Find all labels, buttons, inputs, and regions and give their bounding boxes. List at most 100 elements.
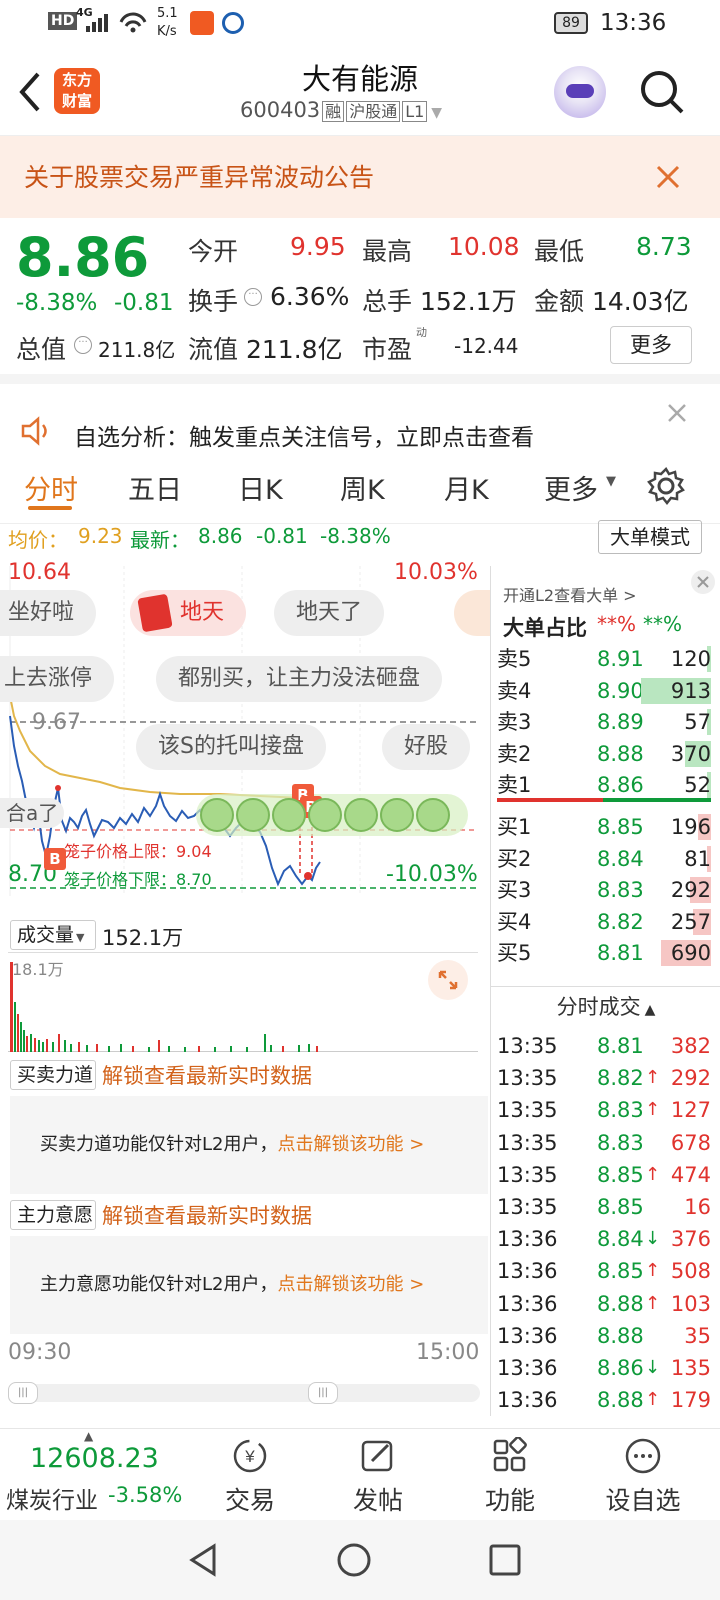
trade-direction-icon: ↑ <box>645 1067 661 1089</box>
tab-daily-k[interactable]: 日K <box>238 468 283 507</box>
danmaku-comment[interactable]: 地天了 <box>274 590 385 636</box>
l2-upgrade-link[interactable]: 开通L2查看大单 > <box>503 582 637 606</box>
trade-row: 13:36 8.88 35 <box>497 1320 711 1352</box>
order-price: 8.89 <box>597 710 644 734</box>
indicator-selector-label: 买卖力道 <box>17 1064 94 1086</box>
tab-more[interactable]: 更多 <box>544 468 598 507</box>
close-icon[interactable] <box>691 570 715 594</box>
announcement-banner[interactable]: 关于股票交易严重异常波动公告 <box>0 136 720 218</box>
stock-code-row: 600403 融沪股通 L1 ▼ <box>240 98 480 122</box>
trade-time: 13:36 <box>497 1227 558 1252</box>
chevron-down-icon[interactable]: ▼ <box>431 105 442 121</box>
volume-label: 总手 <box>362 287 413 316</box>
turnover-label: 换手 <box>188 287 239 316</box>
order-row: 买4 8.82 257 <box>497 907 711 937</box>
speaker-icon <box>21 416 47 446</box>
danmaku-comment[interactable]: 都别买，让主力没法砸盘 <box>156 656 443 702</box>
trade-volume: 127 <box>670 1098 711 1123</box>
unlock-link[interactable]: 解锁查看最新实时数据 <box>102 1200 312 1230</box>
post-button[interactable]: 发帖 <box>338 1429 418 1521</box>
order-price: 8.84 <box>597 846 644 871</box>
cage-lower-limit: 笼子价格下限：8.70 <box>64 870 212 889</box>
trade-time: 13:35 <box>497 1130 558 1155</box>
trade-row: 13:35 8.85 16 <box>497 1191 711 1223</box>
emoji-reactions[interactable] <box>200 796 470 836</box>
danmaku-comment[interactable]: 上去涨停 <box>0 656 115 702</box>
trade-price: 8.85 <box>597 1195 644 1219</box>
chevron-down-icon[interactable]: ▼ <box>606 474 616 489</box>
trade-button[interactable]: ¥ 交易 <box>210 1429 290 1521</box>
l2-lock-box[interactable]: 主力意愿功能仅针对L2用户，点击解锁该功能 > <box>10 1236 488 1334</box>
danmaku-comment[interactable]: 好股 <box>382 724 471 770</box>
range-handle-left[interactable]: ||| <box>8 1382 38 1404</box>
quote-panel: 8.86 -8.38% -0.81 今开 9.95 最高 10.08 最低 8.… <box>0 218 720 384</box>
function-button[interactable]: 功能 <box>470 1429 550 1521</box>
info-icon-2[interactable]: ··· <box>74 336 92 354</box>
add-watchlist-button[interactable]: 设自选 <box>598 1429 688 1521</box>
hd-indicator: HD <box>48 12 78 30</box>
time-axis-end: 15:00 <box>416 1340 480 1365</box>
industry-index[interactable]: ▲ 12608.23 煤炭行业 -3.58% <box>0 1429 190 1521</box>
back-icon[interactable] <box>14 70 44 114</box>
trade-price: 8.88 <box>597 1291 644 1316</box>
danmaku-comment[interactable]: 合a了 <box>0 798 65 828</box>
order-volume: 120 <box>670 647 711 671</box>
trade-label: 交易 <box>224 1486 275 1515</box>
indicator-selector[interactable]: 成交量 ▼ <box>10 920 96 950</box>
tick-trades-header[interactable]: 分时成交 ▲ <box>491 986 720 1026</box>
trade-time: 13:36 <box>497 1291 558 1316</box>
trade-volume: 292 <box>670 1066 711 1091</box>
recents-square-icon[interactable] <box>488 1542 522 1578</box>
amount-value: 14.03亿 <box>592 287 689 316</box>
tab-weekly-k[interactable]: 周K <box>340 468 385 507</box>
back-triangle-icon[interactable] <box>186 1542 220 1578</box>
high-value: 10.08 <box>448 232 520 261</box>
trade-volume: 474 <box>670 1162 711 1187</box>
robot-assistant-icon[interactable] <box>554 66 606 118</box>
bottom-toolbar: ▲ 12608.23 煤炭行业 -3.58% ¥ 交易 发帖 功能 设自选 <box>0 1428 720 1520</box>
info-icon[interactable]: ··· <box>244 288 262 306</box>
eastmoney-logo[interactable]: 东方 财富 <box>54 68 100 114</box>
home-circle-icon[interactable] <box>336 1542 372 1578</box>
search-icon[interactable] <box>638 68 686 116</box>
unlock-function-link[interactable]: 点击解锁该功能 > <box>277 1134 424 1155</box>
intraday-chart[interactable]: 10.64 10.03% 9.67 8.70 -10.03% 笼子价格上限：9.… <box>0 560 490 916</box>
danmaku-comment[interactable]: 该S的托叫接盘 <box>136 724 326 770</box>
tab-five-day[interactable]: 五日 <box>128 468 182 507</box>
settings-gear-icon[interactable] <box>646 466 686 506</box>
wifi-icon <box>119 12 147 33</box>
indicator-selector-label: 成交量 <box>17 924 75 946</box>
trade-price: 8.83 <box>597 1098 644 1123</box>
indicator-selector[interactable]: 主力意愿▼ <box>10 1200 96 1252</box>
trade-price: 8.88 <box>597 1388 644 1413</box>
marker-dot <box>55 785 61 791</box>
tab-monthly-k[interactable]: 月K <box>444 468 489 507</box>
indicator-selector[interactable]: 买卖力道▼ <box>10 1060 96 1112</box>
chart-low-percent: -10.03% <box>386 862 478 887</box>
trade-direction-icon: ↑ <box>645 1389 661 1411</box>
order-row: 买2 8.84 81 <box>497 844 711 874</box>
change-percent: -8.38% <box>16 290 98 316</box>
tab-intraday[interactable]: 分时 <box>24 468 78 507</box>
unlock-function-link[interactable]: 点击解锁该功能 > <box>277 1274 424 1295</box>
trade-price: 8.82 <box>597 1066 644 1091</box>
large-order-mode-button[interactable]: 大单模式 <box>598 520 702 554</box>
buy-strength-bar <box>497 798 603 802</box>
announcement-text[interactable]: 关于股票交易严重异常波动公告 <box>24 158 374 194</box>
time-range-scrollbar[interactable]: ||| ||| <box>8 1382 480 1404</box>
pe-dynamic-mark: 动 <box>416 326 427 339</box>
buy-marker[interactable]: B <box>44 848 66 870</box>
order-price: 8.91 <box>597 647 644 671</box>
analysis-banner[interactable]: 自选分析：触发重点关注信号，立即点击查看 <box>0 394 720 456</box>
more-button[interactable]: 更多 <box>610 326 692 364</box>
battery-icon: 89 <box>554 12 588 34</box>
close-icon[interactable] <box>654 163 682 191</box>
close-icon[interactable] <box>666 402 688 424</box>
danmaku-comment[interactable]: 坐好啦 <box>0 590 97 636</box>
range-handle-right[interactable]: ||| <box>308 1382 338 1404</box>
l2-lock-box[interactable]: 买卖力道功能仅针对L2用户，点击解锁该功能 > <box>10 1096 488 1194</box>
frog-emoji-icon <box>236 798 270 832</box>
analysis-text[interactable]: 自选分析：触发重点关注信号，立即点击查看 <box>74 418 534 452</box>
unlock-link[interactable]: 解锁查看最新实时数据 <box>102 1060 312 1090</box>
expand-icon[interactable] <box>428 960 468 1000</box>
